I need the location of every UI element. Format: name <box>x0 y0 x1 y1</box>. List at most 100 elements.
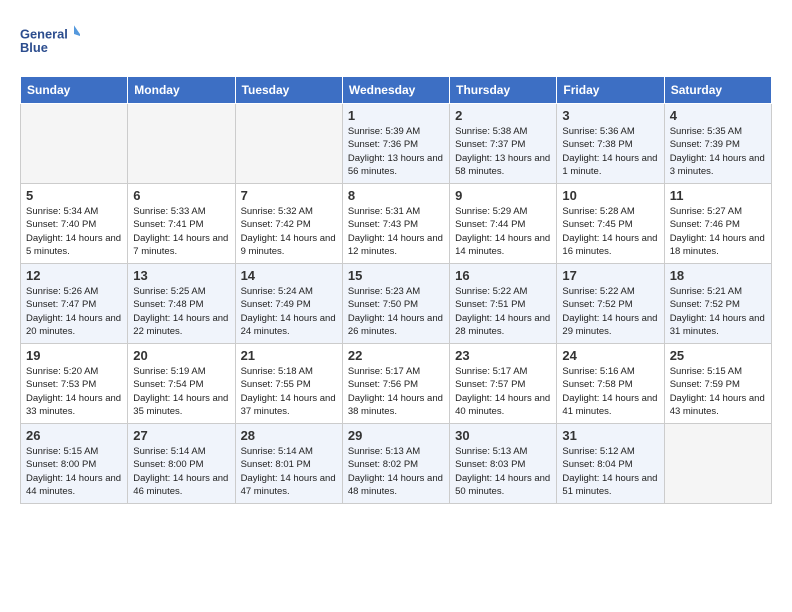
calendar-cell: 9 Sunrise: 5:29 AM Sunset: 7:44 PM Daylig… <box>450 184 557 264</box>
day-info: Sunrise: 5:14 AM Sunset: 8:00 PM Dayligh… <box>133 445 229 498</box>
calendar-cell: 18 Sunrise: 5:21 AM Sunset: 7:52 PM Dayli… <box>664 264 771 344</box>
svg-text:General: General <box>20 26 68 41</box>
weekday-header-monday: Monday <box>128 77 235 104</box>
day-info: Sunrise: 5:39 AM Sunset: 7:36 PM Dayligh… <box>348 125 444 178</box>
day-number: 14 <box>241 268 337 283</box>
day-info: Sunrise: 5:15 AM Sunset: 7:59 PM Dayligh… <box>670 365 766 418</box>
day-info: Sunrise: 5:16 AM Sunset: 7:58 PM Dayligh… <box>562 365 658 418</box>
week-row-4: 19Sunrise: 5:20 AM Sunset: 7:53 PM Dayli… <box>21 344 772 424</box>
logo-svg: General Blue <box>20 20 80 60</box>
day-info: Sunrise: 5:13 AM Sunset: 8:02 PM Dayligh… <box>348 445 444 498</box>
day-info: Sunrise: 5:12 AM Sunset: 8:04 PM Dayligh… <box>562 445 658 498</box>
calendar-cell: 22 Sunrise: 5:17 AM Sunset: 7:56 PM Dayli… <box>342 344 449 424</box>
day-info: Sunrise: 5:17 AM Sunset: 7:56 PM Dayligh… <box>348 365 444 418</box>
day-info: Sunrise: 5:38 AM Sunset: 7:37 PM Dayligh… <box>455 125 551 178</box>
svg-text:Blue: Blue <box>20 40 48 55</box>
week-row-1: 1Sunrise: 5:39 AM Sunset: 7:36 PM Daylig… <box>21 104 772 184</box>
day-info: Sunrise: 5:32 AM Sunset: 7:42 PM Dayligh… <box>241 205 337 258</box>
weekday-header-friday: Friday <box>557 77 664 104</box>
page-header: General Blue <box>20 20 772 60</box>
day-number: 30 <box>455 428 551 443</box>
day-number: 13 <box>133 268 229 283</box>
day-info: Sunrise: 5:18 AM Sunset: 7:55 PM Dayligh… <box>241 365 337 418</box>
calendar-cell: 1Sunrise: 5:39 AM Sunset: 7:36 PM Daylig… <box>342 104 449 184</box>
day-info: Sunrise: 5:17 AM Sunset: 7:57 PM Dayligh… <box>455 365 551 418</box>
calendar-cell <box>235 104 342 184</box>
day-info: Sunrise: 5:23 AM Sunset: 7:50 PM Dayligh… <box>348 285 444 338</box>
day-number: 11 <box>670 188 766 203</box>
day-number: 25 <box>670 348 766 363</box>
calendar-cell: 23 Sunrise: 5:17 AM Sunset: 7:57 PM Dayli… <box>450 344 557 424</box>
week-row-2: 5Sunrise: 5:34 AM Sunset: 7:40 PM Daylig… <box>21 184 772 264</box>
calendar-cell: 30Sunrise: 5:13 AM Sunset: 8:03 PM Dayli… <box>450 424 557 504</box>
week-row-3: 12Sunrise: 5:26 AM Sunset: 7:47 PM Dayli… <box>21 264 772 344</box>
day-number: 31 <box>562 428 658 443</box>
calendar-cell: 10 Sunrise: 5:28 AM Sunset: 7:45 PM Dayli… <box>557 184 664 264</box>
day-number: 24 <box>562 348 658 363</box>
day-number: 5 <box>26 188 122 203</box>
calendar-cell: 15Sunrise: 5:23 AM Sunset: 7:50 PM Dayli… <box>342 264 449 344</box>
calendar-table: SundayMondayTuesdayWednesdayThursdayFrid… <box>20 76 772 504</box>
calendar-cell: 21 Sunrise: 5:18 AM Sunset: 7:55 PM Dayli… <box>235 344 342 424</box>
day-number: 10 <box>562 188 658 203</box>
day-info: Sunrise: 5:22 AM Sunset: 7:51 PM Dayligh… <box>455 285 551 338</box>
weekday-header-saturday: Saturday <box>664 77 771 104</box>
logo: General Blue <box>20 20 80 60</box>
day-number: 3 <box>562 108 658 123</box>
weekday-header-tuesday: Tuesday <box>235 77 342 104</box>
calendar-cell: 4 Sunrise: 5:35 AM Sunset: 7:39 PM Daylig… <box>664 104 771 184</box>
calendar-cell: 26Sunrise: 5:15 AM Sunset: 8:00 PM Dayli… <box>21 424 128 504</box>
calendar-cell: 8 Sunrise: 5:31 AM Sunset: 7:43 PM Daylig… <box>342 184 449 264</box>
calendar-cell: 16 Sunrise: 5:22 AM Sunset: 7:51 PM Dayli… <box>450 264 557 344</box>
day-number: 8 <box>348 188 444 203</box>
day-info: Sunrise: 5:22 AM Sunset: 7:52 PM Dayligh… <box>562 285 658 338</box>
day-number: 22 <box>348 348 444 363</box>
day-number: 20 <box>133 348 229 363</box>
day-number: 17 <box>562 268 658 283</box>
weekday-header-wednesday: Wednesday <box>342 77 449 104</box>
day-number: 27 <box>133 428 229 443</box>
day-number: 23 <box>455 348 551 363</box>
calendar-cell: 7 Sunrise: 5:32 AM Sunset: 7:42 PM Daylig… <box>235 184 342 264</box>
calendar-cell: 13 Sunrise: 5:25 AM Sunset: 7:48 PM Dayli… <box>128 264 235 344</box>
day-number: 9 <box>455 188 551 203</box>
day-info: Sunrise: 5:21 AM Sunset: 7:52 PM Dayligh… <box>670 285 766 338</box>
day-number: 2 <box>455 108 551 123</box>
day-number: 4 <box>670 108 766 123</box>
weekday-header-thursday: Thursday <box>450 77 557 104</box>
calendar-cell: 27 Sunrise: 5:14 AM Sunset: 8:00 PM Dayli… <box>128 424 235 504</box>
day-info: Sunrise: 5:15 AM Sunset: 8:00 PM Dayligh… <box>26 445 122 498</box>
week-row-5: 26Sunrise: 5:15 AM Sunset: 8:00 PM Dayli… <box>21 424 772 504</box>
calendar-cell: 20Sunrise: 5:19 AM Sunset: 7:54 PM Dayli… <box>128 344 235 424</box>
day-number: 6 <box>133 188 229 203</box>
day-number: 28 <box>241 428 337 443</box>
day-info: Sunrise: 5:25 AM Sunset: 7:48 PM Dayligh… <box>133 285 229 338</box>
day-info: Sunrise: 5:35 AM Sunset: 7:39 PM Dayligh… <box>670 125 766 178</box>
calendar-cell: 6 Sunrise: 5:33 AM Sunset: 7:41 PM Daylig… <box>128 184 235 264</box>
calendar-cell: 2 Sunrise: 5:38 AM Sunset: 7:37 PM Daylig… <box>450 104 557 184</box>
day-number: 21 <box>241 348 337 363</box>
day-number: 19 <box>26 348 122 363</box>
calendar-cell <box>128 104 235 184</box>
day-info: Sunrise: 5:27 AM Sunset: 7:46 PM Dayligh… <box>670 205 766 258</box>
day-info: Sunrise: 5:31 AM Sunset: 7:43 PM Dayligh… <box>348 205 444 258</box>
weekday-header-row: SundayMondayTuesdayWednesdayThursdayFrid… <box>21 77 772 104</box>
calendar-cell: 5Sunrise: 5:34 AM Sunset: 7:40 PM Daylig… <box>21 184 128 264</box>
day-number: 29 <box>348 428 444 443</box>
calendar-cell <box>664 424 771 504</box>
calendar-cell: 19Sunrise: 5:20 AM Sunset: 7:53 PM Dayli… <box>21 344 128 424</box>
calendar-cell: 28 Sunrise: 5:14 AM Sunset: 8:01 PM Dayli… <box>235 424 342 504</box>
day-info: Sunrise: 5:24 AM Sunset: 7:49 PM Dayligh… <box>241 285 337 338</box>
day-info: Sunrise: 5:33 AM Sunset: 7:41 PM Dayligh… <box>133 205 229 258</box>
day-info: Sunrise: 5:28 AM Sunset: 7:45 PM Dayligh… <box>562 205 658 258</box>
calendar-cell: 25 Sunrise: 5:15 AM Sunset: 7:59 PM Dayli… <box>664 344 771 424</box>
day-number: 18 <box>670 268 766 283</box>
day-number: 7 <box>241 188 337 203</box>
calendar-cell: 17 Sunrise: 5:22 AM Sunset: 7:52 PM Dayli… <box>557 264 664 344</box>
day-info: Sunrise: 5:29 AM Sunset: 7:44 PM Dayligh… <box>455 205 551 258</box>
calendar-cell: 14 Sunrise: 5:24 AM Sunset: 7:49 PM Dayli… <box>235 264 342 344</box>
calendar-cell: 29 Sunrise: 5:13 AM Sunset: 8:02 PM Dayli… <box>342 424 449 504</box>
day-number: 16 <box>455 268 551 283</box>
calendar-cell: 24 Sunrise: 5:16 AM Sunset: 7:58 PM Dayli… <box>557 344 664 424</box>
day-info: Sunrise: 5:14 AM Sunset: 8:01 PM Dayligh… <box>241 445 337 498</box>
